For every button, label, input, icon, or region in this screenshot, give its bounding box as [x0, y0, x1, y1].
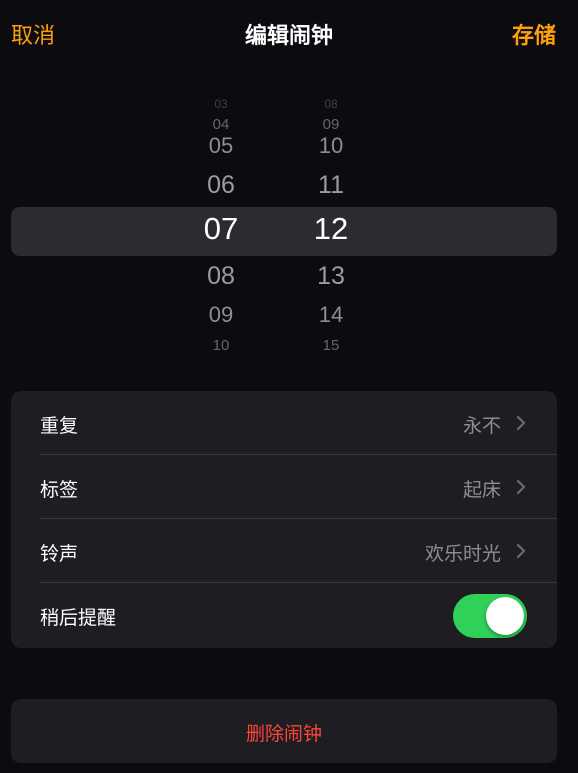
snooze-row: 稍后提醒 [11, 583, 557, 647]
hour-option[interactable]: 03 [176, 98, 266, 110]
label-label: 标签 [40, 479, 79, 501]
chevron-right-icon [517, 544, 525, 558]
toggle-knob [486, 597, 524, 635]
hour-option[interactable]: 10 [176, 338, 266, 353]
minute-option[interactable]: 08 [286, 98, 376, 110]
minute-option[interactable]: 13 [286, 264, 376, 289]
delete-alarm-button[interactable]: 删除闹钟 [11, 699, 557, 763]
hour-option[interactable]: 06 [176, 173, 266, 198]
minute-option-selected[interactable]: 12 [286, 213, 376, 244]
time-picker[interactable]: 03 04 05 06 07 08 09 10 08 09 10 11 12 1… [0, 90, 578, 370]
minute-option[interactable]: 09 [286, 117, 376, 132]
alarm-settings-group: 重复 永不 标签 起床 铃声 欢乐时光 稍后提醒 [11, 391, 557, 648]
label-row[interactable]: 标签 起床 [11, 455, 557, 519]
minute-option[interactable]: 14 [286, 304, 376, 326]
hour-option[interactable]: 05 [176, 135, 266, 157]
page-title: 编辑闹钟 [244, 24, 333, 49]
sound-value: 欢乐时光 [424, 543, 501, 565]
minute-option[interactable]: 11 [286, 173, 376, 198]
repeat-label: 重复 [40, 415, 79, 437]
hour-option-selected[interactable]: 07 [176, 213, 266, 244]
label-value: 起床 [462, 479, 501, 501]
hour-option[interactable]: 04 [176, 117, 266, 132]
repeat-row[interactable]: 重复 永不 [11, 391, 557, 455]
repeat-value: 永不 [462, 415, 501, 437]
hour-wheel[interactable]: 03 04 05 06 07 08 09 10 [176, 90, 266, 370]
chevron-right-icon [517, 416, 525, 430]
sound-label: 铃声 [40, 543, 79, 565]
delete-alarm-label: 删除闹钟 [245, 723, 322, 745]
minute-wheel[interactable]: 08 09 10 11 12 13 14 15 [286, 90, 376, 370]
picker-selection-highlight [11, 207, 557, 256]
chevron-right-icon [517, 480, 525, 494]
navigation-bar: 取消 编辑闹钟 存储 [0, 0, 578, 68]
hour-option[interactable]: 09 [176, 304, 266, 326]
sound-row[interactable]: 铃声 欢乐时光 [11, 519, 557, 583]
hour-option[interactable]: 08 [176, 264, 266, 289]
minute-option[interactable]: 15 [286, 338, 376, 353]
save-button[interactable]: 存储 [512, 18, 556, 50]
snooze-toggle[interactable] [453, 594, 527, 638]
minute-option[interactable]: 10 [286, 135, 376, 157]
snooze-label: 稍后提醒 [40, 607, 117, 629]
